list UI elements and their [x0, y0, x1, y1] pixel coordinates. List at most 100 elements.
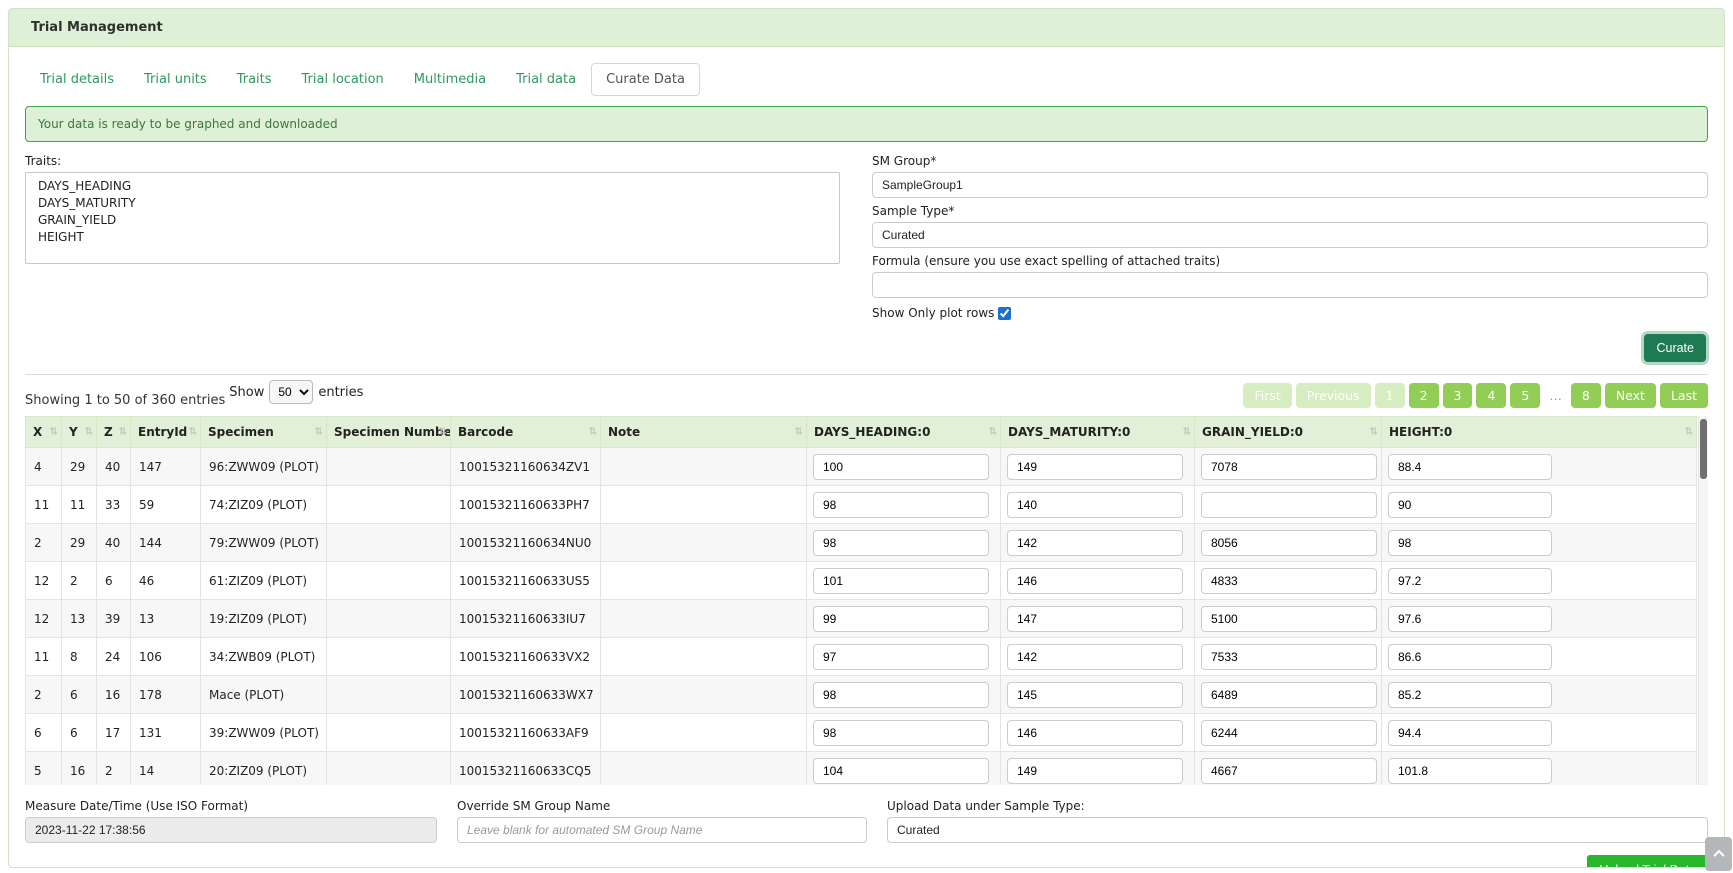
table-cell: 106 [131, 638, 201, 676]
table-cell [1382, 486, 1697, 524]
trait-value-input[interactable] [813, 758, 989, 784]
column-header-note[interactable]: Note⇅ [601, 417, 807, 448]
trait-value-input[interactable] [1388, 758, 1552, 784]
trait-value-input[interactable] [813, 720, 989, 746]
scroll-to-top-button[interactable] [1705, 837, 1732, 871]
sort-icon: ⇅ [589, 427, 597, 438]
trait-value-input[interactable] [1007, 530, 1183, 556]
column-header-barcode[interactable]: Barcode⇅ [451, 417, 601, 448]
trait-value-input[interactable] [1388, 530, 1552, 556]
trait-value-input[interactable] [1388, 568, 1552, 594]
trait-value-input[interactable] [1388, 492, 1552, 518]
table-cell: 11 [26, 638, 62, 676]
formula-input[interactable] [872, 272, 1708, 298]
sample-type-input[interactable] [872, 222, 1708, 248]
trait-value-input[interactable] [1201, 758, 1377, 784]
table-row: 1111335974:ZIZ09 (PLOT)10015321160633PH7 [26, 486, 1697, 524]
tab-trial-units[interactable]: Trial units [129, 63, 222, 96]
trait-value-input[interactable] [1007, 492, 1183, 518]
trait-value-input[interactable] [1201, 606, 1377, 632]
column-header-days-heading-0[interactable]: DAYS_HEADING:0⇅ [807, 417, 1001, 448]
table-cell [327, 562, 451, 600]
table-cell [327, 638, 451, 676]
trait-value-input[interactable] [1388, 454, 1552, 480]
curate-button[interactable]: Curate [1644, 334, 1706, 362]
trait-value-input[interactable] [1388, 606, 1552, 632]
table-row: 1182410634:ZWB09 (PLOT)10015321160633VX2 [26, 638, 1697, 676]
trait-value-input[interactable] [1201, 530, 1377, 556]
trait-value-input[interactable] [1201, 644, 1377, 670]
trait-value-input[interactable] [813, 530, 989, 556]
trait-value-input[interactable] [1007, 758, 1183, 784]
trait-value-input[interactable] [1007, 568, 1183, 594]
trait-value-input[interactable] [1007, 644, 1183, 670]
trait-value-input[interactable] [1007, 454, 1183, 480]
column-header-entryid[interactable]: EntryId⇅ [131, 417, 201, 448]
tab-trial-data[interactable]: Trial data [501, 63, 591, 96]
column-header-height-0[interactable]: HEIGHT:0⇅ [1382, 417, 1697, 448]
trait-value-input[interactable] [813, 568, 989, 594]
trait-value-input[interactable] [1388, 720, 1552, 746]
trait-value-input[interactable] [1007, 682, 1183, 708]
column-header-specimen-number[interactable]: Specimen Number⇅ [327, 417, 451, 448]
page-button-5[interactable]: 5 [1510, 383, 1540, 408]
page-button-8[interactable]: 8 [1571, 383, 1601, 408]
traits-column: Traits: DAYS_HEADINGDAYS_MATURITYGRAIN_Y… [25, 152, 840, 320]
tab-trial-details[interactable]: Trial details [25, 63, 129, 96]
page-button-3[interactable]: 3 [1443, 383, 1473, 408]
trait-option-height[interactable]: HEIGHT [26, 229, 839, 246]
tab-curate-data[interactable]: Curate Data [591, 63, 700, 96]
column-header-days-maturity-0[interactable]: DAYS_MATURITY:0⇅ [1001, 417, 1195, 448]
table-cell: 13 [131, 600, 201, 638]
page-button-4[interactable]: 4 [1476, 383, 1506, 408]
trait-value-input[interactable] [813, 606, 989, 632]
trait-option-grain-yield[interactable]: GRAIN_YIELD [26, 212, 839, 229]
sm-group-label: SM Group* [872, 154, 1708, 168]
trait-value-input[interactable] [813, 492, 989, 518]
trait-value-input[interactable] [1007, 720, 1183, 746]
trait-value-input[interactable] [1388, 682, 1552, 708]
column-header-x[interactable]: X⇅ [26, 417, 62, 448]
page-button-last[interactable]: Last [1660, 383, 1708, 408]
trait-value-input[interactable] [1201, 454, 1377, 480]
tab-traits[interactable]: Traits [222, 63, 287, 96]
trait-value-input[interactable] [1201, 568, 1377, 594]
column-header-z[interactable]: Z⇅ [97, 417, 131, 448]
measure-date-label: Measure Date/Time (Use ISO Format) [25, 799, 437, 813]
trait-value-input[interactable] [813, 682, 989, 708]
trait-value-input[interactable] [813, 454, 989, 480]
measure-date-input[interactable] [25, 817, 437, 843]
trait-value-input[interactable] [1007, 606, 1183, 632]
page-button-2[interactable]: 2 [1409, 383, 1439, 408]
column-header-y[interactable]: Y⇅ [62, 417, 97, 448]
page-button-next[interactable]: Next [1605, 383, 1656, 408]
column-header-grain-yield-0[interactable]: GRAIN_YIELD:0⇅ [1195, 417, 1382, 448]
trait-option-days-heading[interactable]: DAYS_HEADING [26, 178, 839, 195]
table-cell: 10015321160633CQ5 [451, 752, 601, 786]
tab-multimedia[interactable]: Multimedia [399, 63, 501, 96]
table-scrollbar-thumb[interactable] [1700, 419, 1707, 479]
trait-option-days-maturity[interactable]: DAYS_MATURITY [26, 195, 839, 212]
override-sm-group-input[interactable] [457, 817, 867, 843]
table-scrollbar[interactable] [1698, 416, 1708, 785]
show-only-plot-rows-checkbox[interactable] [998, 307, 1011, 320]
trait-value-input[interactable] [1201, 492, 1377, 518]
upload-trial-data-button[interactable]: Upload Trial Data [1587, 855, 1708, 868]
traits-listbox[interactable]: DAYS_HEADINGDAYS_MATURITYGRAIN_YIELDHEIG… [25, 172, 840, 264]
page-size-select[interactable]: 50 [269, 380, 313, 404]
table-cell: 11 [62, 486, 97, 524]
table-cell: 131 [131, 714, 201, 752]
table-cell: 40 [97, 448, 131, 486]
table-cell [1195, 638, 1382, 676]
column-label: EntryId [138, 425, 187, 439]
sm-group-input[interactable] [872, 172, 1708, 198]
trait-value-input[interactable] [1201, 682, 1377, 708]
upload-sample-type-input[interactable] [887, 817, 1708, 843]
column-header-specimen[interactable]: Specimen⇅ [201, 417, 327, 448]
table-cell [327, 524, 451, 562]
trait-value-input[interactable] [1201, 720, 1377, 746]
table-cell: 74:ZIZ09 (PLOT) [201, 486, 327, 524]
trait-value-input[interactable] [813, 644, 989, 670]
trait-value-input[interactable] [1388, 644, 1552, 670]
tab-trial-location[interactable]: Trial location [287, 63, 399, 96]
